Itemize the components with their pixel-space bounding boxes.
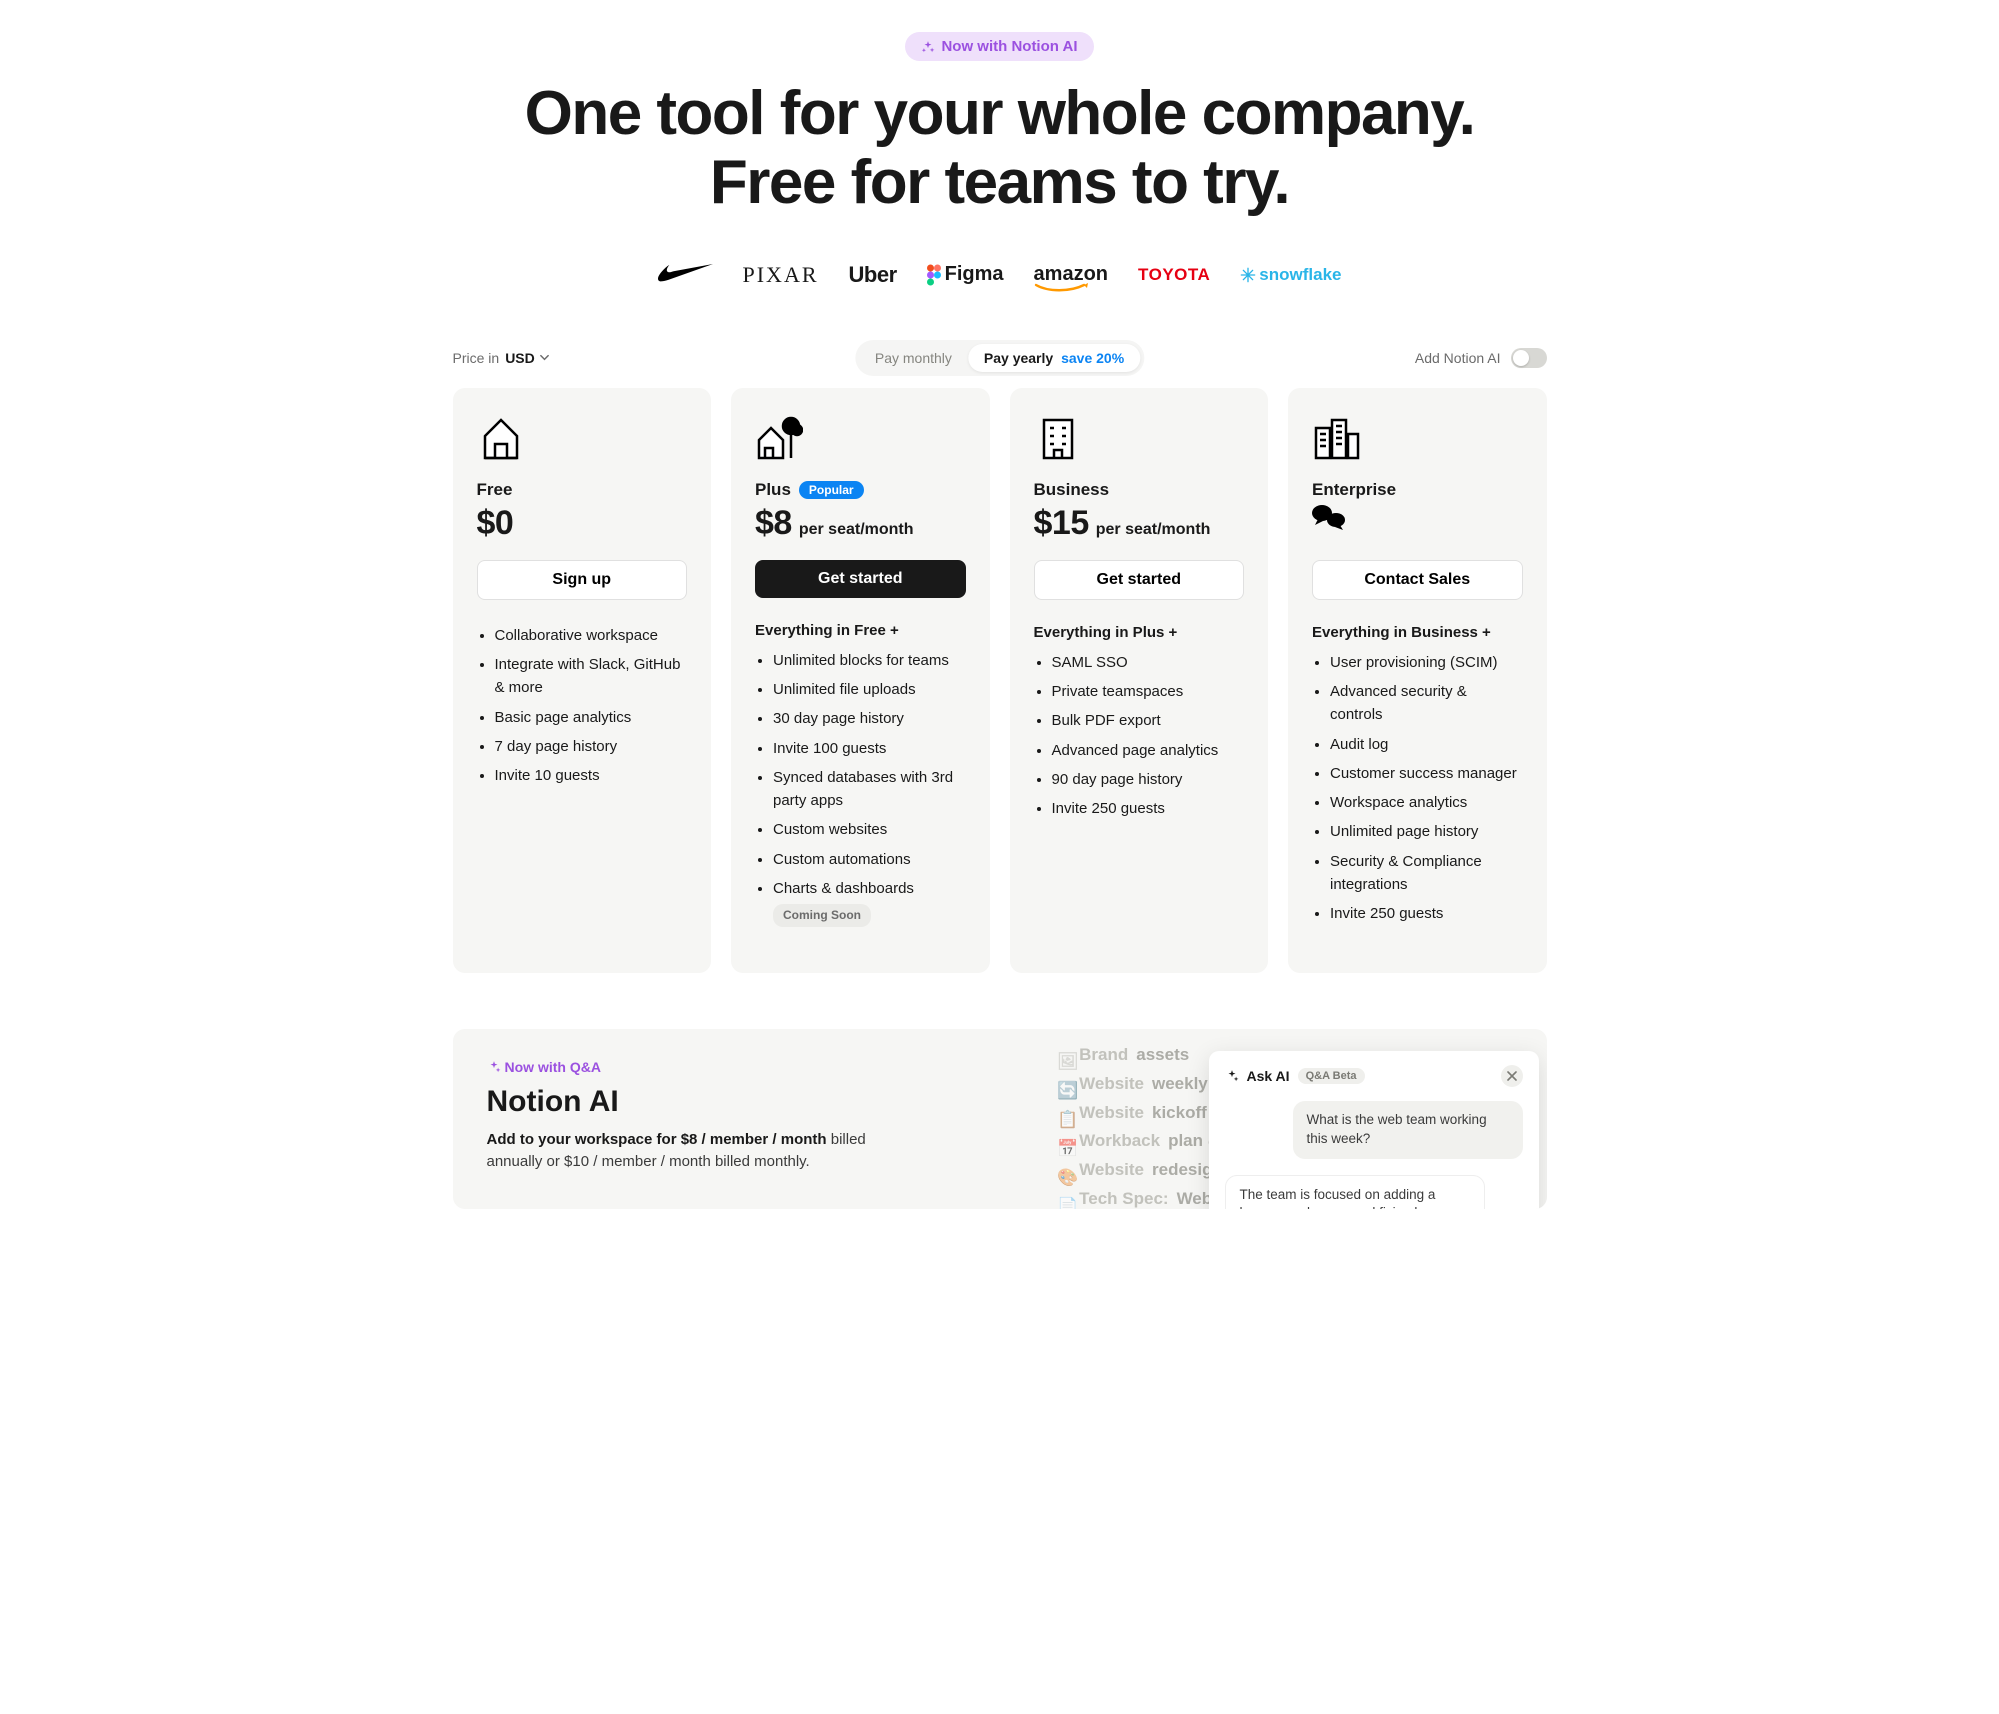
plan-price: $15 <box>1034 504 1089 543</box>
plan-name: Business <box>1034 480 1110 500</box>
feature-item: 30 day page history <box>773 707 966 730</box>
toyota-logo: TOYOTA <box>1138 265 1210 285</box>
plan-card-free: Free $0 Sign up Collaborative workspace … <box>453 388 712 973</box>
ai-title: Notion AI <box>487 1085 1032 1119</box>
close-icon <box>1507 1071 1517 1081</box>
plan-name: Free <box>477 480 513 500</box>
notion-ai-section: Now with Q&A Notion AI Add to your works… <box>453 1029 1547 1209</box>
feature-item: Invite 100 guests <box>773 737 966 760</box>
pixar-logo: PIXAR <box>743 262 819 288</box>
chat-user-message: What is the web team working this week? <box>1293 1101 1523 1159</box>
figma-logo: Figma <box>927 263 1004 286</box>
chevron-down-icon <box>539 352 550 363</box>
get-started-button[interactable]: Get started <box>1034 560 1245 600</box>
chat-bubbles-icon <box>1312 504 1346 530</box>
sparkle-icon <box>921 40 935 54</box>
feature-item: Bulk PDF export <box>1052 709 1245 732</box>
feature-item: SAML SSO <box>1052 651 1245 674</box>
feature-item: Basic page analytics <box>495 706 688 729</box>
feature-item: Private teamspaces <box>1052 680 1245 703</box>
close-button[interactable] <box>1501 1065 1523 1087</box>
sparkle-icon <box>487 1060 501 1074</box>
feature-item: Custom automations <box>773 848 966 871</box>
feature-item: Unlimited blocks for teams <box>773 649 966 672</box>
feature-item: Integrate with Slack, GitHub & more <box>495 653 688 700</box>
add-notion-ai-toggle[interactable] <box>1511 348 1547 368</box>
feature-item: Unlimited page history <box>1330 820 1523 843</box>
feature-item: Workspace analytics <box>1330 791 1523 814</box>
contact-sales-button[interactable]: Contact Sales <box>1312 560 1523 600</box>
billing-toggle[interactable]: Pay monthly Pay yearly save 20% <box>855 340 1144 376</box>
house-icon <box>477 414 525 462</box>
plan-name: Enterprise <box>1312 480 1396 500</box>
feature-item: Charts & dashboards Coming Soon <box>773 877 966 927</box>
pay-monthly-tab[interactable]: Pay monthly <box>859 344 968 372</box>
includes-header: Everything in Plus + <box>1034 624 1245 641</box>
feature-item: Invite 250 guests <box>1052 797 1245 820</box>
get-started-button[interactable]: Get started <box>755 560 966 598</box>
chat-assistant-message: The team is focused on adding a homepage… <box>1225 1175 1485 1209</box>
currency-selector[interactable]: Price in USD <box>453 350 550 366</box>
ghost-page-list: 🖼Brand assets 🔄Website weekly sy 📋Websit… <box>1057 1041 1231 1209</box>
building-icon <box>1034 414 1082 462</box>
includes-header: Everything in Free + <box>755 622 966 639</box>
plan-name: Plus <box>755 480 791 500</box>
feature-item: Invite 250 guests <box>1330 902 1523 925</box>
feature-item: 90 day page history <box>1052 768 1245 791</box>
page-title: One tool for your whole company. Free fo… <box>453 79 1547 218</box>
plan-card-plus: Plus Popular $8 per seat/month Get start… <box>731 388 990 973</box>
includes-header: Everything in Business + <box>1312 624 1523 641</box>
pay-yearly-tab[interactable]: Pay yearly save 20% <box>968 344 1140 372</box>
feature-item: User provisioning (SCIM) <box>1330 651 1523 674</box>
uber-logo: Uber <box>849 262 897 288</box>
feature-item: Customer success manager <box>1330 762 1523 785</box>
feature-item: Audit log <box>1330 733 1523 756</box>
feature-item: Security & Compliance integrations <box>1330 850 1523 897</box>
signup-button[interactable]: Sign up <box>477 560 688 600</box>
qa-badge: Now with Q&A <box>487 1059 601 1075</box>
chat-title: Ask AI <box>1247 1068 1290 1084</box>
ai-body: Add to your workspace for $8 / member / … <box>487 1129 907 1174</box>
sparkle-icon <box>1225 1069 1239 1083</box>
plan-unit: per seat/month <box>1096 521 1211 539</box>
customer-logos: PIXAR Uber Figma amazon TOYOTA snowflake <box>453 262 1547 288</box>
plan-price: $8 <box>755 504 792 543</box>
ask-ai-chat-card: Ask AI Q&A Beta What is the web team wor… <box>1209 1051 1539 1209</box>
snowflake-logo: snowflake <box>1240 265 1341 285</box>
add-notion-ai-label: Add Notion AI <box>1415 350 1501 366</box>
feature-item: 7 day page history <box>495 735 688 758</box>
feature-item: Synced databases with 3rd party apps <box>773 766 966 813</box>
plan-unit: per seat/month <box>799 521 914 539</box>
plan-card-business: Business $15 per seat/month Get started … <box>1010 388 1269 973</box>
feature-item: Advanced page analytics <box>1052 739 1245 762</box>
ai-badge: Now with Notion AI <box>905 32 1093 61</box>
popular-badge: Popular <box>799 481 864 499</box>
amazon-logo: amazon <box>1034 263 1108 286</box>
feature-item: Custom websites <box>773 818 966 841</box>
nike-logo <box>658 264 713 286</box>
plan-price: $0 <box>477 504 514 543</box>
coming-soon-badge: Coming Soon <box>773 904 871 927</box>
skyline-icon <box>1312 414 1360 462</box>
feature-item: Invite 10 guests <box>495 764 688 787</box>
beta-badge: Q&A Beta <box>1298 1068 1365 1084</box>
feature-item: Unlimited file uploads <box>773 678 966 701</box>
feature-item: Collaborative workspace <box>495 624 688 647</box>
feature-item: Advanced security & controls <box>1330 680 1523 727</box>
plan-card-enterprise: Enterprise Contact Sales Everything in B… <box>1288 388 1547 973</box>
house-tree-icon <box>755 414 803 462</box>
